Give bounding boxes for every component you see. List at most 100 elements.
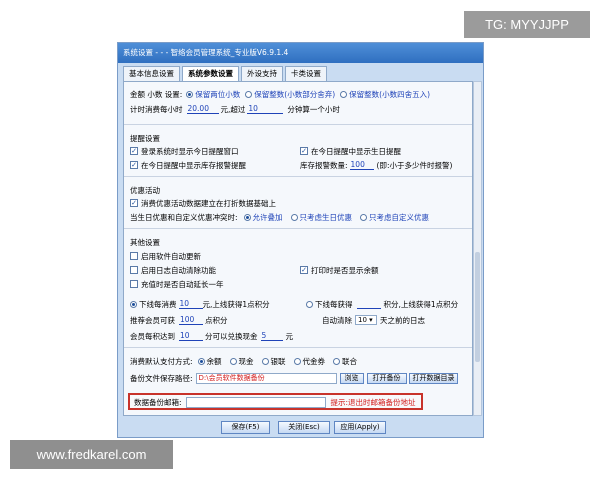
radio-birthday-only-label: 只考虑生日优惠 xyxy=(299,212,353,222)
timing-unit: 元,超过 xyxy=(220,104,246,114)
radio-two-decimals-label: 保留两位小数 xyxy=(195,89,241,99)
radio-pay-combined-label: 联合 xyxy=(342,356,358,366)
earn-value-input[interactable] xyxy=(356,300,381,309)
scrollbar-thumb[interactable] xyxy=(475,252,480,362)
radio-integer-round-label: 保留整数(小数四舍五入) xyxy=(349,89,431,99)
radio-consume-points[interactable] xyxy=(130,300,137,308)
radio-allow-stack-label: 允许叠加 xyxy=(252,212,283,222)
radio-pay-voucher[interactable] xyxy=(293,357,301,365)
radio-pay-unionpay-label: 银联 xyxy=(270,356,286,366)
save-button[interactable]: 保存(F5) xyxy=(221,421,270,434)
auto-extend-checkbox[interactable] xyxy=(130,280,138,288)
log-clear-row: 启用日志自动清除功能 xyxy=(130,264,216,276)
email-backup-label: 数据备份邮箱: xyxy=(134,397,182,407)
payment-label: 消费默认支付方式: xyxy=(130,356,193,366)
promo-discount-checkbox[interactable]: ✓ xyxy=(130,199,138,207)
auto-clear-row: 自动清除 10 ▾ 天之前的日志 xyxy=(322,314,425,326)
payment-row: 消费默认支付方式: 余额 现金 银联 代金券 联合 xyxy=(130,355,357,367)
radio-integer-truncate-label: 保留整数(小数部分舍弃) xyxy=(254,89,336,99)
vertical-scrollbar[interactable] xyxy=(473,81,482,416)
radio-birthday-only[interactable] xyxy=(290,213,298,221)
log-clear-checkbox[interactable] xyxy=(130,266,138,274)
divider xyxy=(124,124,472,125)
birthday-row: ✓ 在今日提醒中显示生日提醒 xyxy=(300,145,401,157)
recommend-unit: 点积分 xyxy=(205,315,228,325)
backup-path-label: 备份文件保存路径: xyxy=(130,374,193,383)
birthday-reminder-label: 在今日提醒中显示生日提醒 xyxy=(311,146,401,156)
exchange-cash-input[interactable]: 5 xyxy=(260,331,283,341)
auto-update-row: 启用软件自动更新 xyxy=(130,250,201,262)
minutes-threshold-input[interactable]: 10 xyxy=(247,104,284,114)
backup-path-input[interactable]: D:\会员软件数据备份 xyxy=(195,373,337,384)
apply-button[interactable]: 应用(Apply) xyxy=(334,421,386,434)
radio-pay-voucher-label: 代金券 xyxy=(302,356,326,366)
promo-row-1: ✓ 消费优惠活动数据建立在打折数据基础上 xyxy=(130,197,276,209)
recommend-value-input[interactable]: 100 xyxy=(179,315,203,325)
stock-qty-hint: (即:小于多少件时报警) xyxy=(376,160,453,170)
tab-card-types[interactable]: 卡类设置 xyxy=(285,66,327,81)
tab-basic-info[interactable]: 基本信息设置 xyxy=(123,66,180,81)
tab-system-params[interactable]: 系统参数设置 xyxy=(182,66,239,82)
backup-path-row: 备份文件保存路径: D:\会员软件数据备份 浏览 打开备份 打开数据目录 xyxy=(130,372,458,385)
promo-discount-label: 消费优惠活动数据建立在打折数据基础上 xyxy=(141,198,276,208)
auto-clear-unit: 天之前的日志 xyxy=(380,315,425,325)
radio-integer-round[interactable] xyxy=(340,90,348,98)
birthday-reminder-checkbox[interactable]: ✓ xyxy=(300,147,308,155)
radio-custom-only[interactable] xyxy=(360,213,368,221)
auto-update-label: 启用软件自动更新 xyxy=(141,251,201,261)
radio-two-decimals[interactable] xyxy=(186,90,194,98)
open-data-dir-button[interactable]: 打开数据目录 xyxy=(408,373,458,384)
stock-qty-label: 库存报警数量: xyxy=(300,160,348,170)
stock-reminder-checkbox[interactable]: ✓ xyxy=(130,161,138,169)
radio-pay-balance[interactable] xyxy=(197,357,205,365)
auto-extend-label: 充值时是否自动延长一年 xyxy=(141,279,224,289)
auto-extend-row: 充值时是否自动延长一年 xyxy=(130,278,224,290)
radio-pay-balance-label: 余额 xyxy=(206,356,222,366)
print-balance-checkbox[interactable]: ✓ xyxy=(300,266,308,274)
watermark-top: TG: MYYJJPP xyxy=(464,11,590,38)
radio-pay-cash[interactable] xyxy=(229,357,237,365)
browse-button[interactable]: 浏览 xyxy=(339,373,364,384)
promo-section-title: 优惠活动 xyxy=(130,186,160,195)
auto-clear-value: 10 xyxy=(358,316,367,324)
consume-unit: 元,上线获得1点积分 xyxy=(202,299,270,309)
login-reminder-checkbox[interactable]: ✓ xyxy=(130,147,138,155)
radio-pay-combined[interactable] xyxy=(333,357,341,365)
radio-allow-stack[interactable] xyxy=(243,213,251,221)
recommend-label: 推荐会员可获 xyxy=(130,315,175,325)
log-clear-label: 启用日志自动清除功能 xyxy=(141,265,216,275)
print-balance-label: 打印时是否显示余额 xyxy=(311,265,379,275)
window-title: 系统设置 - - - 智络会员管理系统_专业版V6.9.1.4 xyxy=(118,43,483,63)
timing-suffix: 分钟算一个小时 xyxy=(287,104,340,114)
tab-peripherals[interactable]: 外设支持 xyxy=(241,66,283,81)
email-backup-box: 数据备份邮箱: 提示:退出时邮箱备份地址 xyxy=(128,393,423,410)
consume-value-input[interactable]: 10 xyxy=(178,299,203,309)
hourly-price-input[interactable]: 20.00 xyxy=(186,104,219,114)
stock-qty-input[interactable]: 100 xyxy=(349,160,374,170)
amount-decimal-row: 金额 小数 设置: 保留两位小数 保留整数(小数部分舍弃) 保留整数(小数四舍五… xyxy=(130,88,430,100)
print-balance-row: ✓ 打印时是否显示余额 xyxy=(300,264,379,276)
radio-custom-only-label: 只考虑自定义优惠 xyxy=(369,212,430,222)
watermark-bottom: www.fredkarel.com xyxy=(10,440,173,469)
radio-pay-unionpay[interactable] xyxy=(261,357,269,365)
divider xyxy=(124,347,472,348)
promo-conflict-label: 当生日优惠和自定义优惠冲突时: xyxy=(130,212,238,222)
reminder-section-title: 提醒设置 xyxy=(130,134,160,143)
close-button[interactable]: 关闭(Esc) xyxy=(278,421,330,434)
reminder-row-1: ✓ 登录系统时显示今日提醒窗口 xyxy=(130,145,239,157)
auto-update-checkbox[interactable] xyxy=(130,252,138,260)
radio-pay-cash-label: 现金 xyxy=(238,356,254,366)
radio-integer-truncate[interactable] xyxy=(245,90,253,98)
earn-unit: 积分,上线获得1点积分 xyxy=(383,299,459,309)
exchange-row: 会员每积达到 10 分可以兑换现金 5 元 xyxy=(130,330,293,342)
auto-clear-dropdown[interactable]: 10 ▾ xyxy=(355,315,377,325)
exchange-mid: 分可以兑换现金 xyxy=(205,331,258,341)
points-consume-row: 下线每消费 10 元,上线获得1点积分 xyxy=(130,298,270,310)
other-section-title: 其他设置 xyxy=(130,238,160,247)
radio-earn-points[interactable] xyxy=(306,300,313,308)
tab-bar: 基本信息设置 系统参数设置 外设支持 卡类设置 xyxy=(123,66,329,82)
open-backup-button[interactable]: 打开备份 xyxy=(366,373,407,384)
earn-label: 下线每获得 xyxy=(315,299,353,309)
exchange-value-input[interactable]: 10 xyxy=(179,331,203,341)
email-backup-input[interactable] xyxy=(185,396,326,408)
